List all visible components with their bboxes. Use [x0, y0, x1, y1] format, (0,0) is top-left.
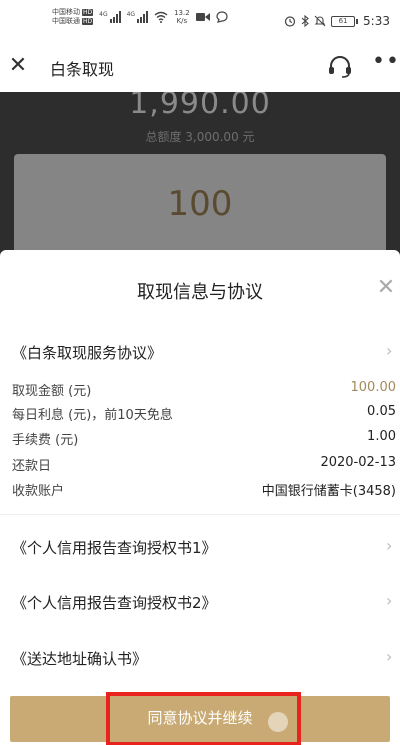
agreement-sheet: 取现信息与协议 ✕ 《白条取现服务协议》 › 取现金额 (元) 100.00 每…: [0, 250, 400, 745]
agreement-label: 《白条取现服务协议》: [12, 344, 163, 362]
title-bar: ✕ 白条取现 •••: [0, 42, 400, 92]
info-row-repay-date: 还款日 2020-02-13: [0, 453, 400, 474]
signal-icon: 4G: [126, 11, 149, 23]
bluetooth-icon: [301, 15, 309, 27]
background-page: 1,990.00 总额度 3,000.00 元 100: [0, 92, 400, 250]
amount-input-value: 100: [167, 184, 233, 224]
more-icon[interactable]: •••: [372, 51, 400, 73]
carrier-2: 中国联通: [52, 17, 80, 25]
hd-badge: HD: [82, 9, 94, 16]
chevron-right-icon: ›: [386, 341, 393, 360]
signal-tag: 4G: [126, 11, 136, 18]
carrier-1: 中国移动: [52, 8, 80, 16]
message-icon: [216, 11, 228, 23]
status-bar: 中国移动 HD 中国联通 HD 4G 4G 13.2 K/s 61 5:33: [0, 0, 400, 42]
mute-icon: [314, 15, 326, 27]
info-row-interest: 每日利息 (元)，前10天免息 0.05: [0, 402, 400, 423]
carrier-info: 中国移动 HD 中国联通 HD: [52, 8, 94, 26]
alarm-icon: [284, 16, 296, 27]
agreement-item-service[interactable]: 《白条取现服务协议》 ›: [0, 334, 400, 368]
speed-value: 13.2: [174, 9, 190, 17]
chevron-right-icon: ›: [386, 647, 393, 666]
battery-level: 61: [331, 15, 356, 27]
total-limit: 总额度 3,000.00 元: [145, 130, 255, 144]
chevron-right-icon: ›: [386, 591, 393, 610]
info-value: 1.00: [367, 429, 396, 444]
close-icon[interactable]: ✕: [6, 54, 30, 78]
info-value: 2020-02-13: [320, 455, 396, 470]
sheet-footer: 同意协议并继续: [0, 692, 400, 745]
info-label: 手续费 (元): [12, 433, 79, 448]
available-amount: 1,990.00: [129, 92, 271, 121]
chevron-right-icon: ›: [386, 536, 393, 555]
agreement-item-credit-1[interactable]: 《个人信用报告查询授权书1》 ›: [0, 529, 400, 563]
agreement-item-credit-2[interactable]: 《个人信用报告查询授权书2》 ›: [0, 584, 400, 618]
close-icon[interactable]: ✕: [374, 276, 398, 300]
signal-icon: 4G: [99, 11, 121, 23]
wifi-icon: [154, 11, 168, 23]
agreement-label: 《个人信用报告查询授权书1》: [12, 539, 217, 557]
page-title: 白条取现: [50, 60, 115, 79]
info-value: 0.05: [367, 404, 396, 419]
hd-badge: HD: [82, 18, 94, 25]
agreement-label: 《个人信用报告查询授权书2》: [12, 594, 217, 612]
info-label: 取现金额 (元): [12, 384, 92, 399]
amount-card: 100: [14, 154, 386, 250]
headset-icon[interactable]: [326, 53, 354, 81]
info-row-account: 收款账户 中国银行储蓄卡(3458): [0, 478, 400, 499]
clock: 5:33: [363, 14, 390, 28]
info-row-amount: 取现金额 (元) 100.00: [0, 378, 400, 399]
battery-icon: 61: [331, 15, 359, 27]
sheet-title: 取现信息与协议: [137, 282, 263, 303]
agreement-item-address[interactable]: 《送达地址确认书》 ›: [0, 640, 400, 674]
info-row-fee: 手续费 (元) 1.00: [0, 427, 400, 448]
info-label: 收款账户: [12, 484, 65, 499]
info-label: 还款日: [12, 459, 52, 474]
info-label: 每日利息 (元)，前10天免息: [12, 408, 173, 423]
speed-unit: K/s: [176, 17, 188, 25]
signal-tag: 4G: [99, 11, 108, 18]
touch-indicator: [268, 712, 288, 732]
info-value: 100.00: [350, 380, 397, 395]
video-icon: [195, 13, 210, 21]
agreement-label: 《送达地址确认书》: [12, 650, 148, 668]
info-value: 中国银行储蓄卡(3458): [261, 484, 396, 499]
divider: [0, 514, 400, 515]
network-speed: 13.2 K/s: [174, 9, 190, 25]
